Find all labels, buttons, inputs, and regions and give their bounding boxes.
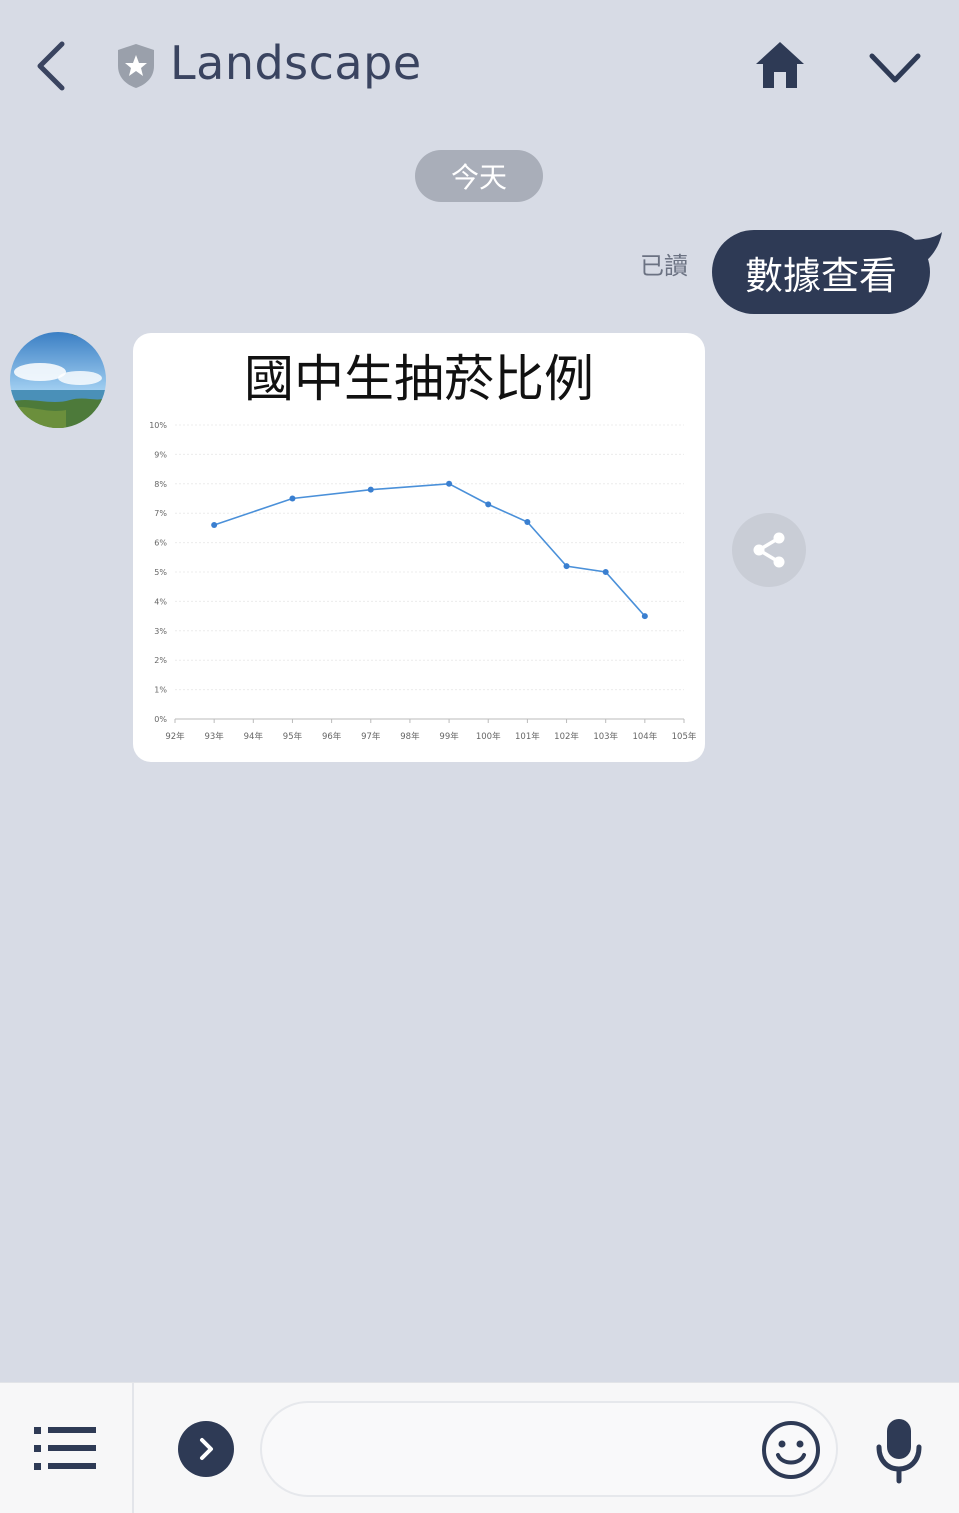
chevron-down-icon (869, 53, 921, 83)
x-tick-label: 96年 (322, 731, 342, 742)
x-tick-label: 101年 (515, 731, 540, 742)
share-icon (753, 532, 785, 568)
data-point (446, 480, 453, 487)
back-icon (37, 41, 65, 91)
x-tick-label: 104年 (632, 731, 657, 742)
y-tick-label: 4% (154, 597, 167, 606)
chat-header: Landscape (0, 0, 959, 130)
expand-button[interactable] (178, 1421, 234, 1477)
x-tick-label: 102年 (554, 731, 579, 742)
y-tick-label: 1% (154, 686, 167, 695)
x-tick-label: 99年 (439, 731, 459, 742)
menu-button[interactable] (30, 1421, 100, 1477)
y-tick-label: 7% (154, 509, 167, 518)
outgoing-message-bubble[interactable]: 數據查看 (712, 230, 930, 314)
x-tick-label: 100年 (476, 731, 501, 742)
x-tick-label: 105年 (672, 731, 697, 742)
line-chart: 0% 1% 2% 3% 4% 5% 6% 7% 8% 9% 10% 92年 93年 94年 95年 96年 97… (149, 421, 697, 742)
data-point (289, 495, 296, 502)
emoji-icon (762, 1421, 820, 1479)
chat-title: Landscape (170, 36, 422, 90)
y-tick-label: 5% (154, 568, 167, 577)
x-tick-label: 98年 (400, 731, 420, 742)
data-point (367, 486, 374, 493)
series-line (213, 482, 646, 617)
x-tick-label: 103年 (593, 731, 618, 742)
composer-divider (132, 1383, 134, 1513)
x-tick-label: 94年 (244, 731, 264, 742)
y-tick-label: 9% (154, 450, 167, 459)
home-button[interactable] (752, 38, 808, 92)
dropdown-button[interactable] (866, 48, 924, 88)
data-point (641, 613, 648, 620)
data-point (485, 501, 492, 508)
data-point (211, 521, 218, 528)
avatar[interactable] (10, 332, 106, 428)
chevron-right-icon (200, 1438, 213, 1460)
x-tick-label: 97年 (361, 731, 381, 742)
x-tick-label: 95年 (283, 731, 303, 742)
share-button[interactable] (732, 513, 806, 587)
back-button[interactable] (30, 38, 74, 94)
y-tick-label: 0% (154, 715, 167, 724)
data-point (524, 519, 531, 526)
data-point (563, 563, 570, 570)
microphone-button[interactable] (874, 1417, 924, 1485)
home-icon (756, 42, 804, 88)
x-tick-label: 93年 (204, 731, 224, 742)
y-tick-label: 6% (154, 539, 167, 548)
data-point (602, 569, 609, 575)
y-tick-label: 8% (154, 480, 167, 489)
menu-icon (34, 1427, 96, 1470)
date-separator: 今天 (415, 150, 543, 202)
read-receipt: 已讀 (640, 252, 688, 280)
y-tick-label: 2% (154, 656, 167, 665)
y-tick-label: 3% (154, 627, 167, 636)
composer-bar (0, 1382, 959, 1513)
chart-image-message[interactable]: 國中生抽菸比例 0% 1% 2% 3% 4% 5% 6% 7% 8% 9% 10% 92年 93年 94年… (133, 333, 705, 762)
emoji-button[interactable] (760, 1419, 822, 1481)
message-input[interactable] (260, 1401, 838, 1497)
y-tick-label: 10% (149, 421, 167, 430)
x-tick-label: 92年 (165, 731, 185, 742)
microphone-icon (876, 1419, 922, 1484)
shield-star-icon (114, 42, 158, 90)
